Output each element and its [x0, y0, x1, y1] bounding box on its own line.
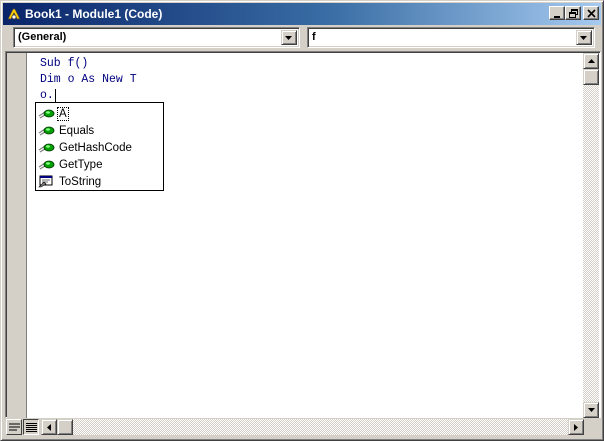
list-item[interactable]: GetType — [38, 156, 161, 173]
window-title: Book1 - Module1 (Code) — [25, 7, 163, 21]
list-item[interactable]: Equals — [38, 122, 161, 139]
arrow-left-icon — [47, 424, 51, 431]
list-item-label: ToString — [59, 175, 102, 188]
scroll-left-button[interactable] — [41, 419, 57, 435]
chevron-down-icon — [580, 36, 587, 40]
procedure-bar: (General) f — [3, 25, 601, 51]
procedure-dropdown[interactable]: f — [307, 27, 595, 48]
title-bar[interactable]: Book1 - Module1 (Code) — [3, 3, 601, 25]
scroll-up-button[interactable] — [583, 53, 599, 69]
arrow-down-icon — [588, 408, 595, 412]
procedure-view-icon — [9, 423, 20, 431]
list-item-label: A — [57, 106, 69, 121]
restore-icon — [569, 9, 578, 18]
full-module-view-button[interactable] — [23, 419, 39, 435]
method-icon — [38, 160, 55, 170]
horizontal-scrollbar[interactable] — [41, 419, 584, 435]
autocomplete-list[interactable]: A Equals GetHashCode GetType ToString — [35, 102, 164, 191]
chevron-down-icon — [285, 36, 292, 40]
property-icon — [38, 175, 53, 188]
object-dropdown-value: (General) — [18, 31, 67, 43]
method-icon — [38, 109, 55, 119]
restore-button[interactable] — [565, 6, 581, 20]
object-dropdown[interactable]: (General) — [13, 27, 300, 48]
code-line[interactable]: Sub f() — [40, 56, 88, 72]
horizontal-scroll-thumb[interactable] — [57, 419, 73, 435]
list-item[interactable]: ToString — [38, 173, 161, 190]
list-item[interactable]: A — [38, 105, 161, 122]
code-window: Book1 - Module1 (Code) (General) f Sub f… — [0, 0, 604, 441]
full-module-view-icon — [26, 423, 37, 432]
list-item[interactable]: GetHashCode — [38, 139, 161, 156]
method-icon — [38, 143, 55, 153]
arrow-right-icon — [574, 424, 578, 431]
minimize-icon — [554, 16, 560, 18]
list-item-label: GetType — [59, 158, 103, 171]
object-dropdown-button[interactable] — [281, 30, 297, 45]
close-button[interactable] — [583, 6, 599, 20]
close-icon — [587, 9, 596, 18]
minimize-button[interactable] — [549, 6, 565, 20]
list-item-label: Equals — [59, 124, 95, 137]
procedure-dropdown-value: f — [312, 31, 316, 43]
procedure-view-button[interactable] — [6, 419, 22, 435]
caption-buttons — [549, 6, 599, 20]
text-caret — [55, 89, 56, 103]
arrow-up-icon — [588, 59, 595, 63]
margin-indicator-bar[interactable] — [7, 53, 27, 418]
vba-project-icon — [7, 8, 21, 20]
scroll-right-button[interactable] — [568, 419, 584, 435]
method-icon — [38, 126, 55, 136]
code-line[interactable]: Dim o As New T — [40, 72, 137, 88]
bottom-bar — [5, 418, 601, 436]
vertical-scrollbar[interactable] — [583, 53, 599, 418]
procedure-dropdown-button[interactable] — [576, 30, 592, 45]
scroll-down-button[interactable] — [583, 402, 599, 418]
vertical-scroll-thumb[interactable] — [583, 69, 599, 85]
list-item-label: GetHashCode — [59, 141, 132, 154]
size-grip[interactable] — [584, 419, 600, 435]
